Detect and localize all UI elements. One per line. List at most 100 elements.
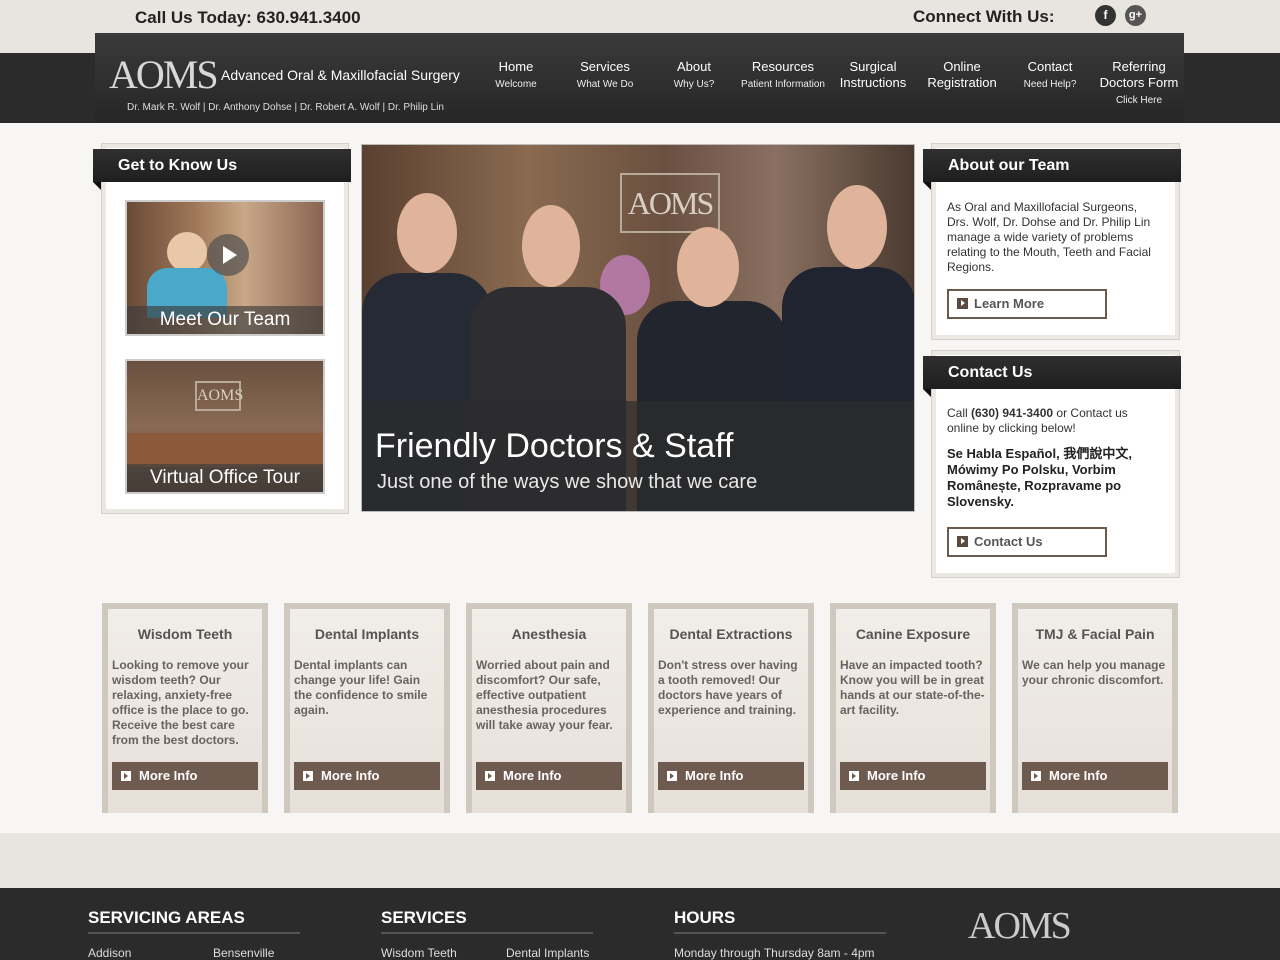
connect-label: Connect With Us: (913, 7, 1055, 26)
service-title: Wisdom Teeth (137, 626, 233, 642)
meet-our-team-caption: Meet Our Team (127, 306, 323, 334)
service-title: Anesthesia (511, 626, 587, 642)
footer-logo: AOMS (968, 905, 1072, 947)
more-info-button[interactable]: More Info (112, 762, 258, 790)
arrow-right-icon (303, 771, 313, 781)
main-header: AOMS Advanced Oral & Maxillofacial Surge… (95, 33, 1184, 123)
service-card-canine-exposure: Canine Exposure Have an impacted tooth? … (830, 603, 996, 813)
nav-label: About (677, 59, 711, 74)
servicing-areas-heading: SERVICING AREAS (88, 908, 300, 934)
doctor-names: Dr. Mark R. Wolf | Dr. Anthony Dohse | D… (127, 102, 444, 113)
nav-sublabel: Welcome (495, 79, 537, 90)
more-info-label: More Info (503, 768, 562, 783)
more-info-label: More Info (321, 768, 380, 783)
services-heading: SERVICES (381, 908, 593, 934)
practice-name: Advanced Oral & Maxillofacial Surgery (221, 67, 460, 83)
about-team-text: As Oral and Maxillofacial Surgeons, Drs.… (947, 200, 1151, 274)
google-plus-icon[interactable]: g+ (1125, 5, 1146, 26)
service-title: Dental Implants (314, 626, 420, 642)
area-link[interactable]: Addison (88, 946, 131, 960)
nav-sublabel: Why Us? (673, 79, 715, 90)
hero-subline: Just one of the ways we show that we car… (377, 471, 758, 493)
service-description: Don't stress over having a tooth removed… (658, 658, 798, 717)
nav-resources[interactable]: Resources Patient Information (735, 59, 831, 92)
nav-home[interactable]: Home Welcome (485, 59, 547, 92)
nav-label: Contact (1027, 59, 1073, 74)
contact-us-button[interactable]: Contact Us (947, 527, 1107, 557)
learn-more-label: Learn More (974, 296, 1045, 311)
footer: SERVICING AREAS Addison Bensenville SERV… (0, 888, 1280, 960)
doctor-face (677, 227, 739, 307)
nav-sublabel: Need Help? (1023, 79, 1077, 90)
contact-phone: (630) 941-3400 (971, 406, 1054, 420)
arrow-right-icon (849, 771, 859, 781)
site-logo[interactable]: AOMS Advanced Oral & Maxillofacial Surge… (95, 33, 472, 123)
more-info-button[interactable]: More Info (476, 762, 622, 790)
nav-label: Services (580, 59, 630, 74)
nav-surgical-instructions[interactable]: Surgical Instructions (835, 59, 911, 91)
nav-sublabel: Patient Information (741, 79, 825, 90)
about-team-title: About our Team (923, 149, 1181, 190)
nav-label-line2: Doctors Form (1099, 75, 1179, 90)
nav-label: Online (943, 59, 981, 74)
doctor-face (522, 205, 580, 287)
nav-about[interactable]: About Why Us? (663, 59, 725, 92)
more-info-label: More Info (1049, 768, 1108, 783)
arrow-right-icon (667, 771, 677, 781)
doctor-face (397, 193, 457, 273)
more-info-label: More Info (139, 768, 198, 783)
service-description: Have an impacted tooth? Know you will be… (840, 658, 985, 717)
footer-divider-strip (0, 833, 1280, 888)
more-info-button[interactable]: More Info (840, 762, 986, 790)
arrow-right-icon (121, 771, 131, 781)
logo-mark: AOMS (109, 52, 219, 97)
office-sign: AOMS (195, 381, 243, 411)
office-logo-sign: AOMS (620, 173, 720, 233)
nav-sublabel: What We Do (576, 79, 634, 90)
doctor-face (827, 185, 887, 269)
service-title: Canine Exposure (855, 626, 971, 642)
learn-more-button[interactable]: Learn More (947, 289, 1107, 319)
service-link[interactable]: Dental Implants (506, 946, 589, 960)
hero-banner: AOMS Friendly Doctors & Staff Just one o… (361, 144, 915, 512)
arrow-right-icon (1031, 771, 1041, 781)
call-us-text: Call Us Today: 630.941.3400 (135, 8, 361, 27)
contact-us-label: Contact Us (974, 534, 1043, 549)
service-description: Worried about pain and discomfort? Our s… (476, 658, 613, 732)
more-info-button[interactable]: More Info (294, 762, 440, 790)
service-title: TMJ & Facial Pain (1035, 626, 1155, 642)
service-card-anesthesia: Anesthesia Worried about pain and discom… (466, 603, 632, 813)
area-link[interactable]: Bensenville (213, 946, 274, 960)
nav-online-registration[interactable]: Online Registration (921, 59, 1003, 91)
nav-label-line2: Registration (927, 75, 997, 90)
more-info-button[interactable]: More Info (1022, 762, 1168, 790)
nav-referring-doctors-form[interactable]: Referring Doctors Form Click Here (1096, 59, 1182, 108)
nav-label: Surgical (849, 59, 897, 74)
service-title: Dental Extractions (669, 626, 793, 642)
get-to-know-title: Get to Know Us (93, 149, 351, 190)
contact-text-pre: Call (947, 406, 972, 420)
hero-headline: Friendly Doctors & Staff (375, 427, 734, 465)
arrow-right-icon (957, 298, 968, 309)
reception-desk (127, 433, 323, 467)
service-link[interactable]: Wisdom Teeth (381, 946, 457, 960)
service-card-tmj-facial-pain: TMJ & Facial Pain We can help you manage… (1012, 603, 1178, 813)
service-description: Dental implants can change your life! Ga… (294, 658, 428, 717)
nav-label: Resources (751, 59, 815, 74)
nav-label: Home (498, 59, 534, 74)
play-icon (207, 234, 249, 276)
hours-text: Monday through Thursday 8am - 4pm (674, 946, 875, 960)
more-info-button[interactable]: More Info (658, 762, 804, 790)
contact-title: Contact Us (923, 356, 1181, 397)
virtual-office-tour[interactable]: AOMS Virtual Office Tour (125, 359, 325, 494)
contact-text: Call (630) 941-3400 or Contact us online… (947, 406, 1161, 436)
nav-label-line2: Instructions (839, 75, 907, 90)
meet-our-team-video[interactable]: Meet Our Team (125, 200, 325, 336)
nav-services[interactable]: Services What We Do (570, 59, 640, 92)
nav-sublabel: Click Here (1115, 95, 1163, 106)
hours-heading: HOURS (674, 908, 886, 934)
languages-text: Se Habla Español, 我們說中文, Mówimy Po Polsk… (947, 446, 1132, 509)
nav-contact[interactable]: Contact Need Help? (1015, 59, 1085, 92)
facebook-icon[interactable]: f (1095, 5, 1116, 26)
service-description: Looking to remove your wisdom teeth? Our… (112, 658, 249, 747)
